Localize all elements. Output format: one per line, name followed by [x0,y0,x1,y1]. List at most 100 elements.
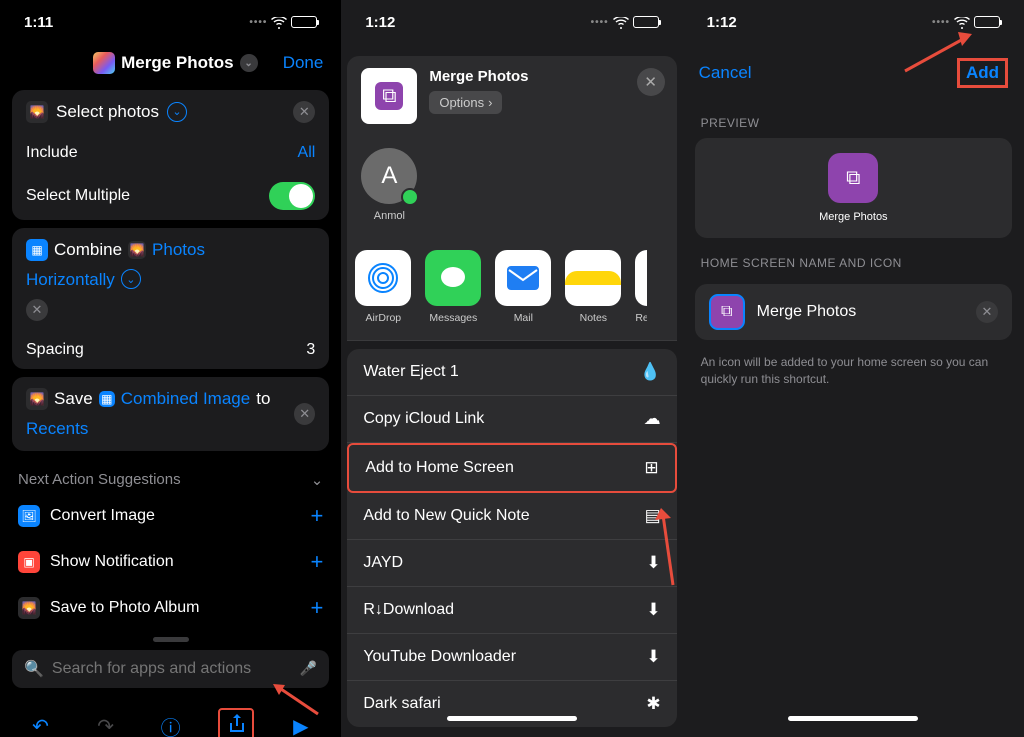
action-water-eject[interactable]: Water Eject 1💧 [347,349,676,396]
add-button[interactable]: Add [957,58,1008,88]
add-icon[interactable]: + [310,549,323,575]
include-value[interactable]: All [298,144,316,162]
suggestions-header[interactable]: Next Action Suggestions ⌄ [0,459,341,493]
status-bar: 1:12 •••• [341,0,682,44]
save-action[interactable]: 🌄 Save ▦ Combined Image to Recents ✕ [12,377,329,451]
combine-action[interactable]: ▦ Combine 🌄 Photos Horizontally ⌄ ✕ Spac… [12,228,329,370]
done-button[interactable]: Done [283,53,324,73]
remove-action-icon[interactable]: ✕ [293,101,315,123]
battery-icon [291,16,317,28]
share-button[interactable] [218,708,254,737]
select-multiple-toggle[interactable] [269,182,315,210]
suggestion-show-notification[interactable]: ▣Show Notification + [0,539,341,585]
cancel-button[interactable]: Cancel [699,63,752,83]
modal-header: Cancel Add [683,44,1024,98]
chevron-right-icon: › [488,95,492,110]
action-list: Water Eject 1💧 Copy iCloud Link☁ Add to … [347,349,676,727]
share-sheet-screen: 1:12 •••• ⧉ Merge Photos Options › ✕ A A… [341,0,682,737]
select-photos-action[interactable]: 🌄 Select photos ⌄ ✕ Include All Select M… [12,90,329,220]
search-input[interactable] [52,660,292,678]
home-indicator[interactable] [788,716,918,721]
contact-avatar[interactable]: A [361,148,417,204]
combine-icon: ▦ [26,239,48,261]
shortcut-icon: ⧉ [361,68,417,124]
cellular-icon: •••• [932,17,950,28]
suggestion-convert-image[interactable]: 🖼Convert Image + [0,493,341,539]
layers-icon: ⧉ [721,303,732,321]
add-icon[interactable]: + [310,503,323,529]
loading-icon: ✱ [646,694,660,714]
play-button[interactable]: ▶ [283,714,319,737]
cloud-icon: ☁ [644,409,661,429]
share-header: ⧉ Merge Photos Options › ✕ [347,56,676,136]
search-bar[interactable]: 🔍 🎤 [12,650,329,688]
status-icons: •••• [932,16,1000,28]
share-apps-row[interactable]: AirDrop Messages Mail Notes Re [347,236,676,341]
battery-icon [974,16,1000,28]
chevron-down-icon: ⌄ [311,471,324,489]
convert-icon: 🖼 [18,505,40,527]
spacing-value[interactable]: 3 [306,341,315,359]
status-icons: •••• [591,16,659,28]
download-icon: ⬇ [646,553,660,573]
time: 1:12 [707,14,737,31]
expand-icon[interactable]: ⌄ [121,269,141,289]
name-input-row: ⧉ Merge Photos ✕ [695,284,1012,340]
plus-square-icon: ⊞ [644,458,658,478]
cellular-icon: •••• [249,17,267,28]
help-text: An icon will be added to your home scree… [683,346,1024,396]
undo-button[interactable]: ↶ [23,714,59,737]
action-copy-icloud[interactable]: Copy iCloud Link☁ [347,396,676,443]
mic-icon[interactable]: 🎤 [300,660,317,677]
remove-action-icon[interactable]: ✕ [26,299,48,321]
toolbar: ↶ ↷ ⓘ ▶ [0,696,341,737]
add-to-home-screen: 1:12 •••• Cancel Add PREVIEW ⧉ Merge Pho… [683,0,1024,737]
preview-box: ⧉ Merge Photos [695,138,1012,238]
photos-icon: 🌄 [26,388,48,410]
action-add-home-screen[interactable]: Add to Home Screen⊞ [347,443,676,493]
preview-name: Merge Photos [819,211,887,223]
chevron-down-icon: ⌄ [240,54,258,72]
notes-button[interactable]: Notes [565,250,621,324]
mail-button[interactable]: Mail [495,250,551,324]
close-button[interactable]: ✕ [637,68,665,96]
notification-icon: ▣ [18,551,40,573]
battery-icon [633,16,659,28]
wifi-icon [954,16,970,28]
info-button[interactable]: ⓘ [153,712,189,737]
action-jayd[interactable]: JAYD⬇ [347,540,676,587]
shortcut-title[interactable]: Merge Photos ⌄ [93,52,257,74]
action-quick-note[interactable]: Add to New Quick Note▤ [347,493,676,540]
status-bar: 1:12 •••• [683,0,1024,44]
expand-icon[interactable]: ⌄ [167,102,187,122]
shortcut-editor-screen: 1:11 •••• Merge Photos ⌄ Done 🌄 Select p… [0,0,341,737]
combined-token-icon: ▦ [99,391,115,407]
album-icon: 🌄 [18,597,40,619]
download-icon: ⬇ [646,600,660,620]
layers-icon: ⧉ [846,167,860,190]
droplet-icon: 💧 [639,362,660,382]
name-input[interactable]: Merge Photos [757,303,964,321]
options-button[interactable]: Options › [429,91,502,114]
photos-icon: 🌄 [26,101,48,123]
layers-icon: ⧉ [382,85,396,108]
search-icon: 🔍 [24,659,44,679]
add-icon[interactable]: + [310,595,323,621]
name-section-label: HOME SCREEN NAME AND ICON [683,238,1024,278]
clear-icon[interactable]: ✕ [976,301,998,323]
sheet-handle[interactable] [153,637,189,642]
more-app-button[interactable]: Re [635,250,647,324]
action-rdownload[interactable]: R↓Download⬇ [347,587,676,634]
suggestion-save-album[interactable]: 🌄Save to Photo Album + [0,585,341,631]
cellular-icon: •••• [591,17,609,28]
contact-name: Anmol [361,210,417,222]
home-indicator[interactable] [447,716,577,721]
messages-button[interactable]: Messages [425,250,481,324]
airdrop-button[interactable]: AirDrop [355,250,411,324]
remove-action-icon[interactable]: ✕ [294,403,315,425]
note-icon: ▤ [645,506,661,526]
time: 1:12 [365,14,395,31]
time: 1:11 [24,14,53,31]
icon-picker[interactable]: ⧉ [709,294,745,330]
action-youtube-downloader[interactable]: YouTube Downloader⬇ [347,634,676,681]
